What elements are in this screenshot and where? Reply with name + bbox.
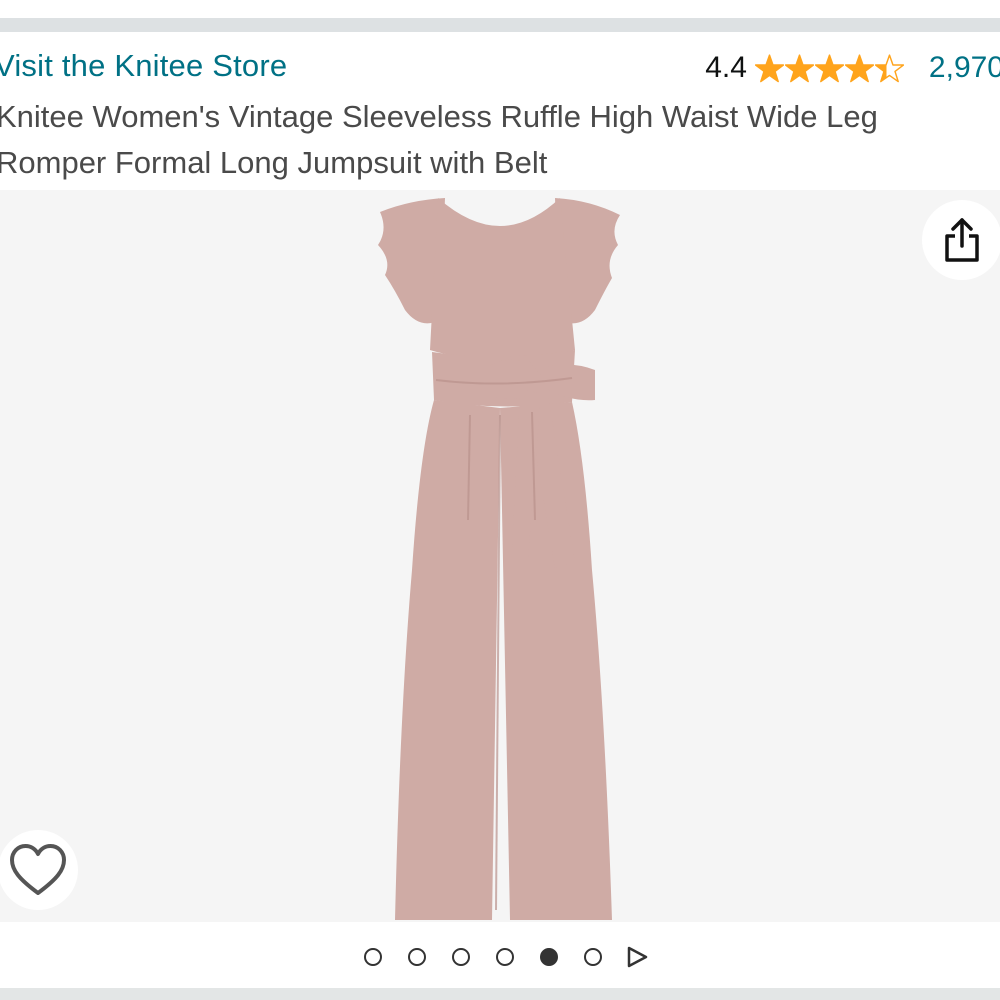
carousel-dot[interactable] [452, 948, 470, 966]
star-icon [844, 53, 874, 82]
visit-store-link[interactable]: Visit the Knitee Store [0, 48, 287, 84]
share-button[interactable] [922, 200, 1000, 280]
product-title: Knitee Women's Vintage Sleeveless Ruffle… [0, 99, 878, 180]
rating-summary[interactable]: 4.4 2,970 [705, 48, 1000, 88]
carousel-dot[interactable] [540, 948, 558, 966]
carousel-dot[interactable] [584, 948, 602, 966]
rating-value: 4.4 [705, 51, 747, 84]
star-rating [754, 53, 905, 83]
heart-outline-icon [10, 844, 66, 895]
star-icon [814, 53, 844, 82]
play-arrow-outline-icon[interactable] [625, 945, 649, 969]
add-to-wishlist-button[interactable] [0, 830, 78, 910]
rating-count-link[interactable]: 2,970 [929, 51, 1000, 85]
image-carousel-indicator [0, 938, 1000, 976]
product-image-panel[interactable] [0, 190, 1000, 922]
share-icon [945, 218, 979, 262]
star-icon [784, 53, 814, 82]
top-divider [0, 18, 1000, 32]
carousel-dot[interactable] [408, 948, 426, 966]
product-image[interactable] [0, 190, 1000, 922]
bottom-divider [0, 988, 1000, 1000]
star-icon [874, 53, 904, 82]
carousel-dot[interactable] [496, 948, 514, 966]
star-icon [754, 53, 784, 82]
carousel-dot[interactable] [364, 948, 382, 966]
